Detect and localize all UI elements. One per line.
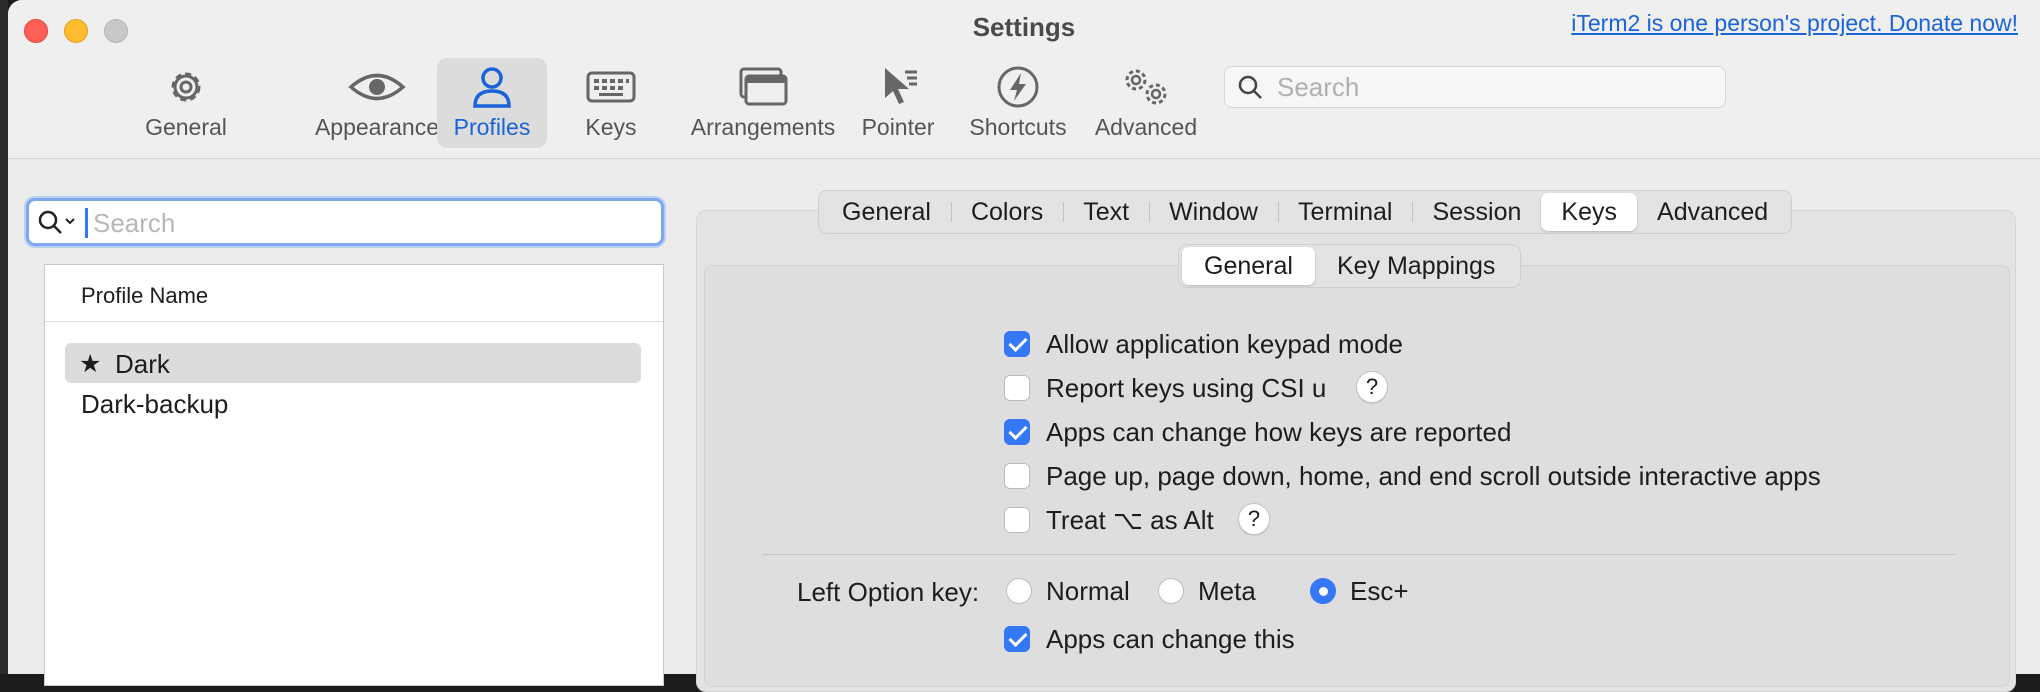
toolbar-appearance-label: Appearance	[314, 114, 440, 140]
eye-icon	[348, 73, 406, 101]
checkbox[interactable]	[1004, 331, 1030, 357]
toolbar-profiles[interactable]: Profiles	[437, 58, 547, 148]
toolbar-search-field[interactable]	[1224, 66, 1726, 108]
toolbar-search-input[interactable]	[1275, 71, 1709, 103]
option-label: Apps can change how keys are reported	[1046, 417, 1512, 447]
keys-subtab-bar: General Key Mappings	[1178, 244, 1522, 288]
gear-icon	[171, 72, 201, 102]
profile-row-dark-backup[interactable]: Dark-backup	[65, 383, 641, 423]
radio-button[interactable]	[1006, 578, 1032, 604]
tab-keys[interactable]: Keys	[1541, 193, 1638, 231]
profile-name: Dark	[115, 349, 170, 379]
toolbar-general[interactable]: General	[136, 58, 236, 148]
help-button[interactable]: ?	[1238, 503, 1270, 535]
keyboard-icon	[586, 71, 636, 103]
tab-session[interactable]: Session	[1412, 193, 1541, 231]
radio-label: Esc+	[1350, 576, 1409, 606]
toolbar-keys-label: Keys	[585, 114, 637, 140]
toolbar-profiles-label: Profiles	[453, 114, 531, 140]
radio-button[interactable]	[1158, 578, 1184, 604]
profile-search-input[interactable]	[91, 205, 635, 241]
checkbox[interactable]	[1004, 419, 1030, 445]
option-label: Treat ⌥ as Alt	[1046, 505, 1214, 535]
bolt-icon	[997, 66, 1039, 108]
option-label: Allow application keypad mode	[1046, 329, 1403, 359]
background-window-edge	[0, 0, 8, 674]
person-icon	[473, 67, 511, 108]
tab-colors[interactable]: Colors	[950, 193, 1063, 231]
profile-table-header[interactable]: Profile Name	[45, 265, 663, 322]
profile-row-dark[interactable]: ★ Dark	[65, 343, 641, 383]
subtab-key-mappings[interactable]: Key Mappings	[1315, 247, 1517, 285]
toolbar-advanced[interactable]: Advanced	[1088, 58, 1204, 148]
toolbar-pointer-label: Pointer	[861, 114, 935, 140]
tab-general[interactable]: General	[822, 193, 951, 231]
checkbox[interactable]	[1004, 507, 1030, 533]
profile-search-field[interactable]	[26, 198, 664, 246]
option-label: Apps can change this	[1046, 624, 1295, 654]
subtab-general[interactable]: General	[1182, 247, 1315, 285]
profile-tab-bar: General Colors Text Window Terminal Sess…	[818, 190, 1793, 234]
search-icon	[1238, 75, 1262, 99]
toolbar-shortcuts[interactable]: Shortcuts	[960, 58, 1076, 148]
toolbar-arrangements-label: Arrangements	[690, 114, 836, 140]
radio-label: Meta	[1198, 576, 1256, 606]
toolbar-keys[interactable]: Keys	[568, 58, 654, 148]
checkbox[interactable]	[1004, 375, 1030, 401]
titlebar: Settings iTerm2 is one person's project.…	[8, 0, 2040, 159]
toolbar-general-label: General	[145, 114, 227, 140]
tab-text[interactable]: Text	[1063, 193, 1149, 231]
profile-name-column-header: Profile Name	[81, 283, 209, 308]
radio-label: Normal	[1046, 576, 1130, 606]
default-profile-star-icon: ★	[79, 350, 102, 378]
checkbox[interactable]	[1004, 626, 1030, 652]
toolbar-pointer[interactable]: Pointer	[848, 58, 948, 148]
tab-window[interactable]: Window	[1149, 193, 1278, 231]
help-button[interactable]: ?	[1356, 371, 1388, 403]
toolbar-appearance[interactable]: Appearance	[294, 58, 460, 148]
profile-table: Profile Name ★ Dark Dark-backup	[44, 264, 664, 686]
option-label: Page up, page down, home, and end scroll…	[1046, 461, 1821, 491]
toolbar-advanced-label: Advanced	[1094, 114, 1198, 140]
radio-button[interactable]	[1310, 578, 1336, 604]
pointer-icon	[885, 68, 917, 104]
text-cursor	[85, 208, 88, 238]
profile-name: Dark-backup	[81, 389, 229, 419]
windows-icon	[739, 67, 788, 106]
tab-terminal[interactable]: Terminal	[1277, 193, 1412, 231]
separator	[762, 554, 1956, 555]
toolbar-arrangements[interactable]: Arrangements	[670, 58, 856, 148]
donate-link[interactable]: iTerm2 is one person's project. Donate n…	[1571, 10, 2018, 37]
gears-icon	[1125, 69, 1167, 105]
search-menu-icon	[38, 210, 75, 234]
tab-advanced[interactable]: Advanced	[1637, 193, 1788, 231]
toolbar-shortcuts-label: Shortcuts	[969, 114, 1067, 140]
option-label: Report keys using CSI u	[1046, 373, 1327, 403]
left-option-key-label: Left Option key:	[797, 577, 980, 607]
checkbox[interactable]	[1004, 463, 1030, 489]
